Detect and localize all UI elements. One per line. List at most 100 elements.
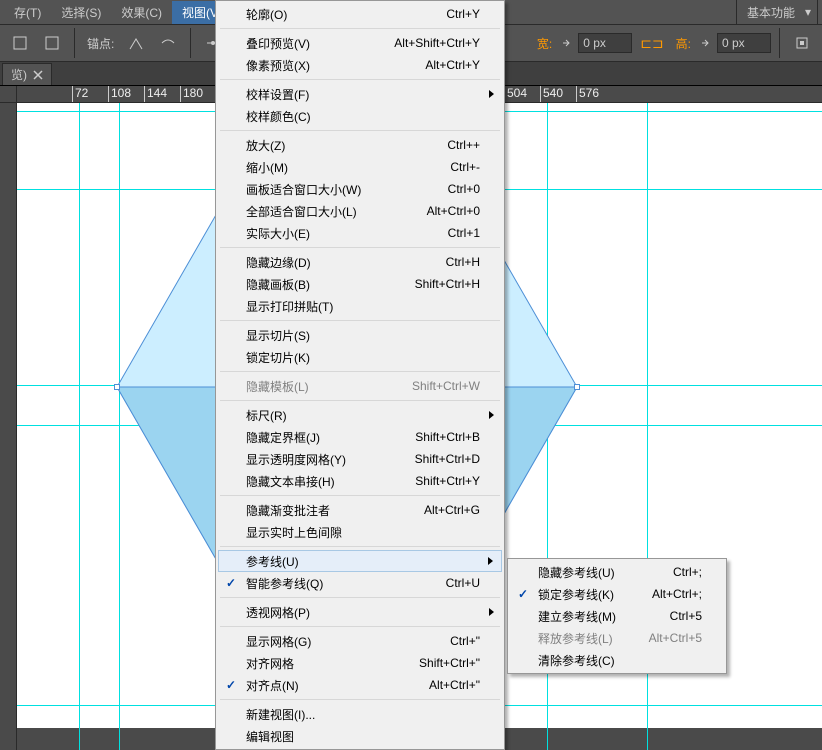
view-menu-item-15[interactable]: 隐藏画板(B)Shift+Ctrl+H (218, 273, 502, 295)
menu-item-shortcut: Shift+Ctrl+Y (415, 474, 480, 488)
view-menu-item-25[interactable]: 显示透明度网格(Y)Shift+Ctrl+D (218, 448, 502, 470)
menu-item-shortcut: Ctrl+; (673, 565, 702, 579)
view-menu-item-0[interactable]: 轮廓(O)Ctrl+Y (218, 3, 502, 25)
view-menu-item-32[interactable]: ✓智能参考线(Q)Ctrl+U (218, 572, 502, 594)
menu-item-shortcut: Ctrl+U (446, 576, 480, 590)
view-menu-item-19[interactable]: 锁定切片(K) (218, 346, 502, 368)
tool-icon-2[interactable] (38, 30, 66, 56)
isolate-icon[interactable] (788, 30, 816, 56)
view-menu-item-14[interactable]: 隐藏边缘(D)Ctrl+H (218, 251, 502, 273)
menu-item-label: 显示网格(G) (246, 633, 426, 650)
menu-item-label: 显示切片(S) (246, 327, 480, 344)
view-menu-item-21: 隐藏模板(L)Shift+Ctrl+W (218, 375, 502, 397)
view-menu-separator (220, 699, 500, 700)
ruler-tick: 504 (504, 86, 527, 103)
ruler-corner[interactable] (0, 86, 17, 103)
menu-item-shortcut: Shift+Ctrl+D (415, 452, 480, 466)
guides-submenu-item-1[interactable]: ✓锁定参考线(K)Alt+Ctrl+; (510, 583, 724, 605)
view-menu-item-23[interactable]: 标尺(R) (218, 404, 502, 426)
view-menu-item-3[interactable]: 像素预览(X) Alt+Ctrl+Y (218, 54, 502, 76)
view-menu-item-29[interactable]: 显示实时上色间隙 (218, 521, 502, 543)
view-menu-separator (220, 320, 500, 321)
menu-item-label: 放大(Z) (246, 137, 423, 154)
menu-item-label: 校样设置(F) (246, 86, 480, 103)
view-menu-separator (220, 130, 500, 131)
ruler-tick: 576 (576, 86, 599, 103)
view-menu-item-36[interactable]: 显示网格(G)Ctrl+" (218, 630, 502, 652)
view-menu-item-40[interactable]: 新建视图(I)... (218, 703, 502, 725)
anchor-point[interactable] (114, 384, 120, 390)
menu-select[interactable]: 选择(S) (51, 1, 111, 24)
view-menu-item-31[interactable]: 参考线(U) (218, 550, 502, 572)
menu-effect[interactable]: 效果(C) (111, 1, 172, 24)
submenu-arrow-icon (489, 90, 494, 98)
menu-item-shortcut: Shift+Ctrl+B (415, 430, 480, 444)
menu-item-label: 隐藏定界框(J) (246, 429, 391, 446)
view-menu-item-12[interactable]: 实际大小(E)Ctrl+1 (218, 222, 502, 244)
check-icon: ✓ (518, 587, 528, 601)
link-dimensions-icon[interactable]: ⊏⊐ (636, 35, 667, 52)
menu-item-shortcut: Shift+Ctrl+" (419, 656, 480, 670)
submenu-arrow-icon (489, 411, 494, 419)
view-menu-item-28[interactable]: 隐藏渐变批注者Alt+Ctrl+G (218, 499, 502, 521)
menu-item-label: 全部适合窗口大小(L) (246, 203, 403, 220)
menu-item-label: 显示打印拼贴(T) (246, 298, 480, 315)
view-menu-item-38[interactable]: ✓对齐点(N)Alt+Ctrl+" (218, 674, 502, 696)
menu-item-label: 像素预览(X) (246, 57, 401, 74)
view-menu-item-16[interactable]: 显示打印拼贴(T) (218, 295, 502, 317)
menu-item-shortcut: Alt+Ctrl+5 (649, 631, 702, 645)
guides-submenu-item-0[interactable]: 隐藏参考线(U)Ctrl+; (510, 561, 724, 583)
height-input[interactable] (717, 33, 771, 53)
menu-item-shortcut: Alt+Ctrl+G (424, 503, 480, 517)
menu-item-shortcut: Alt+Ctrl+Y (425, 58, 480, 72)
menu-file[interactable]: 存(T) (4, 1, 51, 24)
anchor-point[interactable] (574, 384, 580, 390)
view-menu-item-6[interactable]: 校样颜色(C) (218, 105, 502, 127)
view-menu-separator (220, 546, 500, 547)
view-menu-item-26[interactable]: 隐藏文本串接(H)Shift+Ctrl+Y (218, 470, 502, 492)
menu-item-label: 隐藏画板(B) (246, 276, 391, 293)
view-menu-item-24[interactable]: 隐藏定界框(J) Shift+Ctrl+B (218, 426, 502, 448)
link-arrow-icon[interactable] (560, 30, 574, 56)
convert-anchor-icon[interactable] (122, 30, 150, 56)
view-menu-separator (220, 597, 500, 598)
view-menu-separator (220, 495, 500, 496)
ruler-vertical[interactable] (0, 103, 17, 750)
view-menu-item-2[interactable]: 叠印预览(V)Alt+Shift+Ctrl+Y (218, 32, 502, 54)
menu-item-label: 对齐点(N) (246, 677, 405, 694)
workspace-label[interactable]: 基本功能 (737, 1, 805, 24)
guides-submenu-item-4[interactable]: 清除参考线(C) (510, 649, 724, 671)
view-menu-separator (220, 626, 500, 627)
view-menu-item-10[interactable]: 画板适合窗口大小(W)Ctrl+0 (218, 178, 502, 200)
menu-item-shortcut: Ctrl+5 (670, 609, 702, 623)
view-menu-item-18[interactable]: 显示切片(S) (218, 324, 502, 346)
view-menu-item-41[interactable]: 编辑视图 (218, 725, 502, 747)
menu-item-label: 参考线(U) (246, 553, 480, 570)
document-tab[interactable]: 览) (2, 63, 52, 85)
menu-item-label: 轮廓(O) (246, 6, 422, 23)
menu-item-shortcut: Alt+Ctrl+; (652, 587, 702, 601)
anchor-label: 锚点: (83, 35, 118, 52)
menu-item-label: 新建视图(I)... (246, 706, 480, 723)
view-menu-separator (220, 79, 500, 80)
width-input[interactable] (578, 33, 632, 53)
view-menu-item-37[interactable]: 对齐网格Shift+Ctrl+" (218, 652, 502, 674)
convert-anchor-icon-2[interactable] (154, 30, 182, 56)
view-menu-item-11[interactable]: 全部适合窗口大小(L)Alt+Ctrl+0 (218, 200, 502, 222)
close-icon[interactable] (33, 70, 43, 80)
view-menu-item-34[interactable]: 透视网格(P) (218, 601, 502, 623)
guides-submenu-item-2[interactable]: 建立参考线(M)Ctrl+5 (510, 605, 724, 627)
view-menu-item-9[interactable]: 缩小(M)Ctrl+- (218, 156, 502, 178)
menu-item-shortcut: Ctrl+1 (448, 226, 480, 240)
link-arrow-icon-2[interactable] (699, 30, 713, 56)
view-menu-item-5[interactable]: 校样设置(F) (218, 83, 502, 105)
check-icon: ✓ (226, 678, 236, 692)
ruler-tick: 72 (72, 86, 88, 103)
dropdown-icon[interactable]: ▾ (805, 5, 811, 19)
view-menu: 轮廓(O)Ctrl+Y叠印预览(V)Alt+Shift+Ctrl+Y像素预览(X… (215, 0, 505, 750)
height-label: 高: (672, 35, 695, 52)
tool-icon-1[interactable] (6, 30, 34, 56)
width-label: 宽: (533, 35, 556, 52)
view-menu-item-8[interactable]: 放大(Z)Ctrl++ (218, 134, 502, 156)
menu-item-label: 透视网格(P) (246, 604, 480, 621)
